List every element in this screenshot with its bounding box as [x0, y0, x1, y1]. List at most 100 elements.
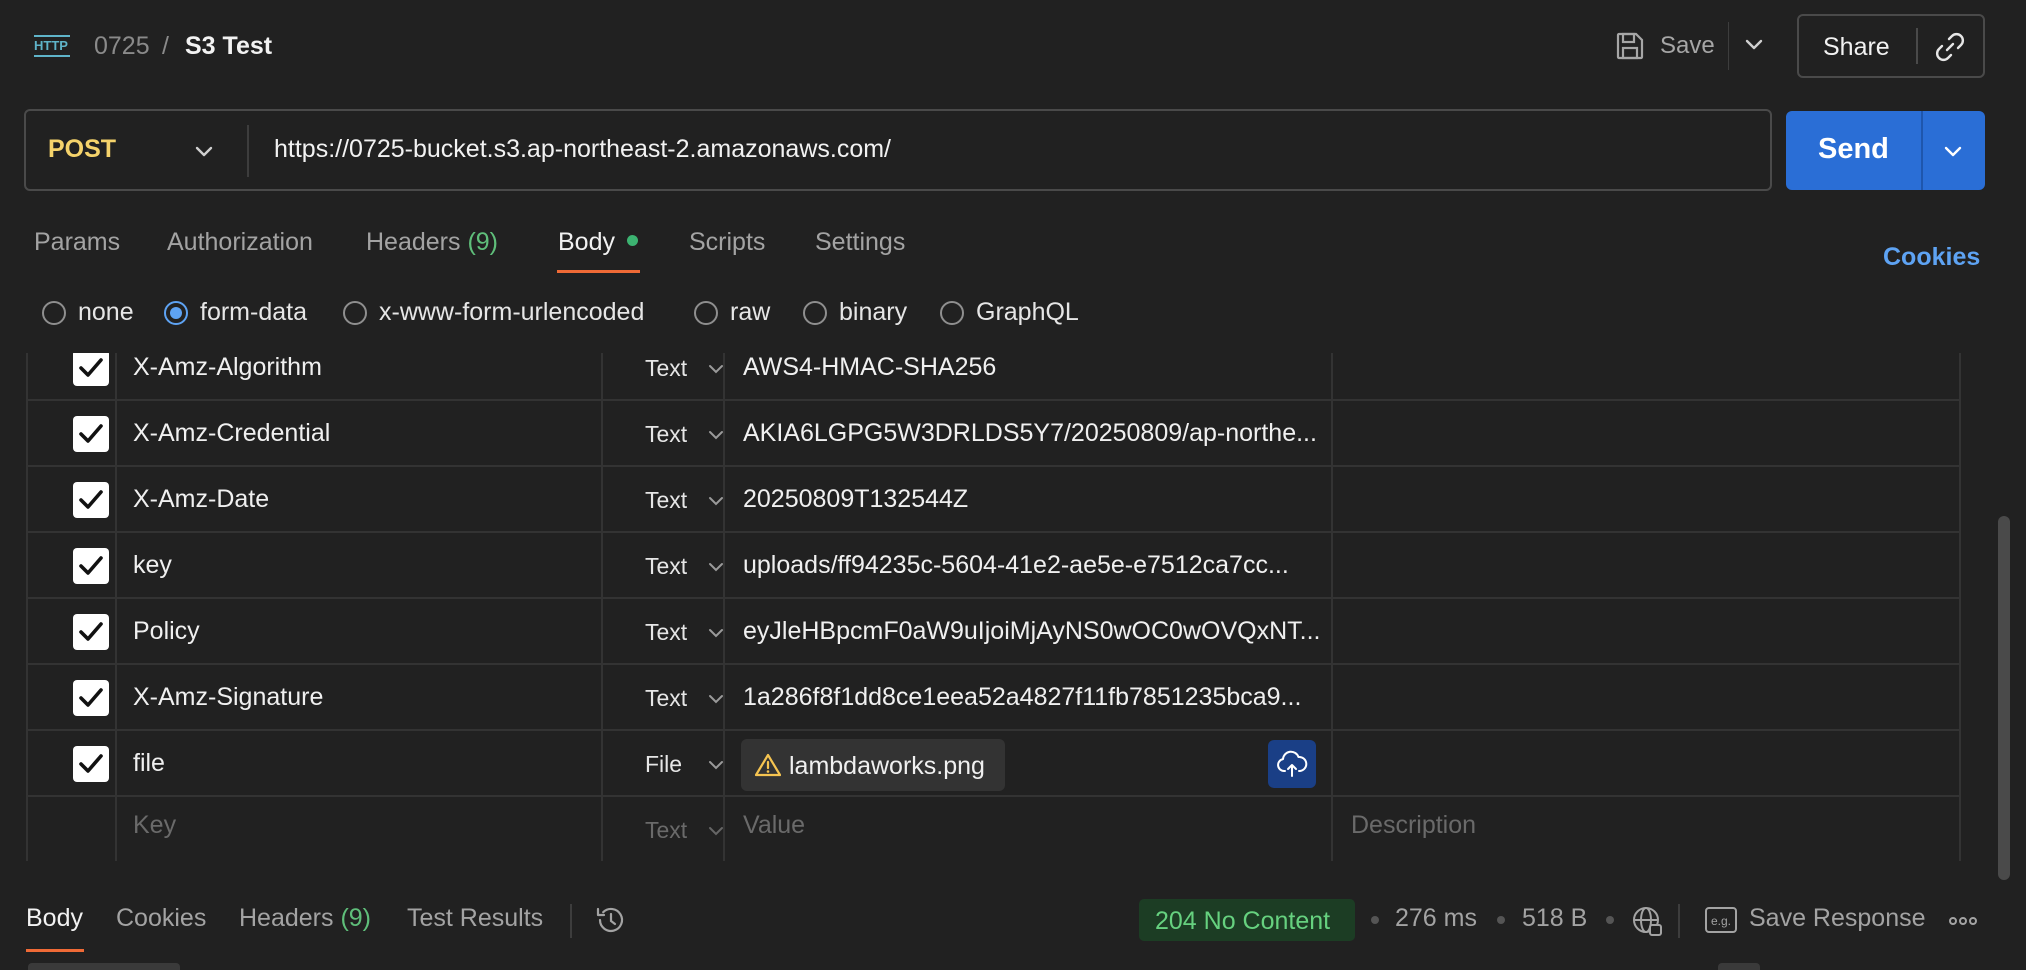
radio-label: binary: [839, 298, 908, 326]
response-tab-cookies[interactable]: Cookies: [116, 904, 206, 933]
type-select[interactable]: Text: [603, 797, 725, 861]
key-input[interactable]: Key: [133, 811, 176, 840]
type-select[interactable]: Text: [603, 599, 725, 665]
url-input[interactable]: https://0725-bucket.s3.ap-northeast-2.am…: [274, 135, 891, 164]
row-checkbox[interactable]: [73, 353, 109, 386]
chevron-down-icon: [709, 761, 723, 770]
save-response-button[interactable]: Save Response: [1749, 904, 1926, 933]
active-tab-indicator: [26, 949, 84, 952]
description-input[interactable]: Description: [1351, 811, 1931, 840]
radio-none[interactable]: none: [42, 298, 134, 327]
description-field[interactable]: [1333, 731, 1961, 797]
divider: [1678, 904, 1680, 938]
description-field[interactable]: [1333, 665, 1961, 731]
radio-circle[interactable]: [694, 300, 718, 325]
key-field[interactable]: X-Amz-Algorithm: [133, 353, 322, 382]
type-select[interactable]: Text: [603, 665, 725, 731]
description-field[interactable]: [1333, 533, 1961, 599]
type-select[interactable]: Text: [603, 401, 725, 467]
save-button[interactable]: Save: [1614, 26, 1715, 66]
more-icon[interactable]: [1948, 916, 1978, 926]
response-tab-test-results[interactable]: Test Results: [407, 904, 543, 933]
table-row: Policy Text eyJleHBpcmF0aW9uIjoiMjAyNS0w…: [26, 599, 1961, 665]
response-tab-headers[interactable]: Headers (9): [239, 904, 371, 933]
chevron-down-icon[interactable]: [1941, 139, 1965, 163]
request-title[interactable]: S3 Test: [185, 30, 272, 62]
checkbox-checked-icon: [79, 556, 103, 575]
value-input[interactable]: Value: [743, 811, 1323, 840]
row-checkbox[interactable]: [73, 614, 109, 650]
key-field[interactable]: Policy: [133, 617, 200, 646]
file-chip[interactable]: lambdaworks.png: [741, 739, 1005, 791]
tab-body[interactable]: Body: [558, 228, 638, 257]
radio-circle[interactable]: [940, 300, 964, 325]
method-select[interactable]: POST: [48, 135, 116, 164]
description-field[interactable]: [1333, 467, 1961, 533]
type-select[interactable]: Text: [603, 533, 725, 599]
http-icon: HTTP: [34, 35, 70, 57]
type-select[interactable]: Text: [603, 467, 725, 533]
tab-scripts[interactable]: Scripts: [689, 228, 765, 257]
tab-authorization[interactable]: Authorization: [167, 228, 313, 257]
tab-params[interactable]: Params: [34, 228, 120, 257]
history-icon[interactable]: [594, 903, 628, 937]
radio-circle[interactable]: [343, 300, 367, 325]
response-tab-body[interactable]: Body: [26, 904, 83, 933]
radio-circle[interactable]: [42, 300, 66, 325]
tab-settings[interactable]: Settings: [815, 228, 905, 257]
row-checkbox[interactable]: [73, 680, 109, 716]
row-checkbox[interactable]: [73, 482, 109, 518]
key-field[interactable]: key: [133, 551, 172, 580]
link-icon[interactable]: [1933, 30, 1967, 64]
radio-circle[interactable]: [164, 300, 188, 325]
divider: [1916, 28, 1918, 64]
tab-headers[interactable]: Headers (9): [366, 228, 498, 257]
chevron-down-icon: [709, 497, 723, 506]
chevron-down-icon[interactable]: [1742, 32, 1766, 56]
file-name: lambdaworks.png: [789, 752, 985, 780]
value-field[interactable]: AKIA6LGPG5W3DRLDS5Y7/20250809/ap-northe.…: [743, 419, 1323, 448]
globe-icon[interactable]: [1630, 904, 1664, 938]
share-button[interactable]: Share: [1797, 14, 1985, 78]
response-time[interactable]: 276 ms: [1395, 904, 1477, 933]
scrollbar[interactable]: [1998, 516, 2010, 880]
type-select[interactable]: File: [603, 731, 725, 797]
description-field[interactable]: [1333, 353, 1961, 401]
response-size[interactable]: 518 B: [1522, 904, 1587, 933]
radio-x-www-form-urlencoded[interactable]: x-www-form-urlencoded: [343, 298, 644, 327]
key-field[interactable]: X-Amz-Credential: [133, 419, 330, 448]
type-label: Text: [645, 817, 688, 843]
response-bar: Body Cookies Headers (9) Test Results 20…: [0, 880, 2026, 970]
status-badge[interactable]: 204 No Content: [1139, 899, 1355, 941]
table-row: X-Amz-Signature Text 1a286f8f1dd8ce1eea5…: [26, 665, 1961, 731]
row-checkbox[interactable]: [73, 548, 109, 584]
value-field[interactable]: eyJleHBpcmF0aW9uIjoiMjAyNS0wOC0wOVQxNT..…: [743, 617, 1323, 646]
type-label: File: [645, 751, 683, 777]
radio-form-data[interactable]: form-data: [164, 298, 307, 327]
key-field[interactable]: X-Amz-Date: [133, 485, 269, 514]
row-checkbox[interactable]: [73, 416, 109, 452]
breadcrumb-collection[interactable]: 0725: [94, 30, 150, 62]
description-field[interactable]: [1333, 599, 1961, 665]
type-label: Text: [645, 553, 688, 579]
send-button[interactable]: Send: [1786, 111, 1985, 190]
radio-binary[interactable]: binary: [803, 298, 907, 327]
value-field[interactable]: uploads/ff94235c-5604-41e2-ae5e-e7512ca7…: [743, 551, 1323, 580]
radio-raw[interactable]: raw: [694, 298, 770, 327]
value-field[interactable]: 1a286f8f1dd8ce1eea52a4827f11fb7851235bca…: [743, 683, 1323, 712]
value-field[interactable]: AWS4-HMAC-SHA256: [743, 353, 1323, 382]
key-field[interactable]: X-Amz-Signature: [133, 683, 323, 712]
chevron-down-icon[interactable]: [192, 139, 216, 163]
tab-count: (9): [340, 904, 372, 932]
cookies-link[interactable]: Cookies: [1883, 243, 1980, 272]
type-select[interactable]: Text: [603, 353, 725, 401]
value-field[interactable]: 20250809T132544Z: [743, 485, 1323, 514]
radio-graphql[interactable]: GraphQL: [940, 298, 1079, 327]
key-field[interactable]: file: [133, 749, 165, 778]
divider: [1921, 111, 1923, 190]
upload-button[interactable]: [1268, 740, 1316, 788]
radio-circle[interactable]: [803, 300, 827, 325]
description-field[interactable]: [1333, 401, 1961, 467]
row-checkbox[interactable]: [73, 746, 109, 782]
request-header: HTTP 0725 / S3 Test Save Share: [0, 0, 2026, 92]
